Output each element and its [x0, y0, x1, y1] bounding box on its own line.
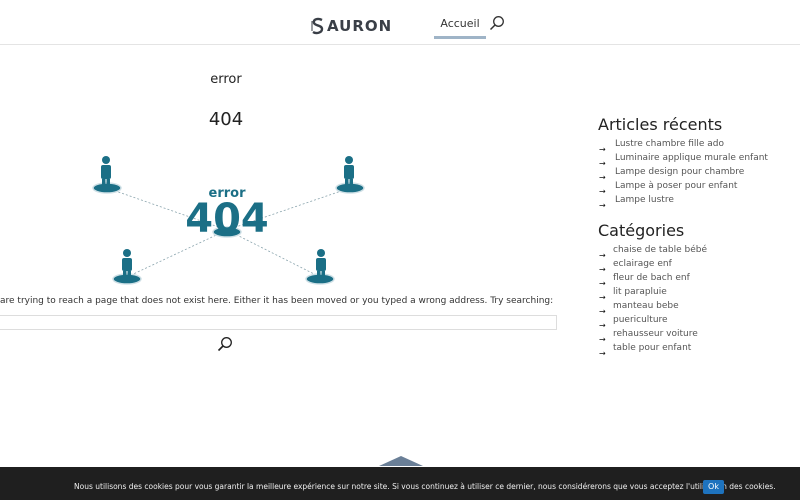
list-item: → manteau bebe [598, 299, 707, 316]
illustration-error-code: 404 [185, 196, 269, 242]
logo-text: AURON [327, 17, 393, 35]
category-link[interactable]: eclairage enf [613, 259, 672, 269]
list-item: → Lustre chambre fille ado [598, 137, 768, 154]
recent-articles-title: Articles récents [598, 115, 723, 134]
category-link[interactable]: manteau bebe [613, 301, 679, 311]
person-icon [92, 156, 122, 194]
list-item: → Lampe à poser pour enfant [598, 179, 768, 196]
category-link[interactable]: chaise de table bébé [613, 245, 707, 255]
error-heading: error [210, 72, 242, 87]
scroll-top-tab[interactable] [379, 456, 423, 466]
list-item: → rehausseur voiture [598, 327, 707, 344]
category-link[interactable]: fleur de bach enf [613, 273, 690, 283]
categories-title: Catégories [598, 221, 685, 240]
list-item: → Luminaire applique murale enfant [598, 151, 768, 168]
nav-item-accueil[interactable]: Accueil [434, 17, 486, 37]
list-item: → lit parapluie [598, 285, 707, 302]
search-icon[interactable] [489, 15, 505, 31]
person-icon [335, 156, 365, 194]
cookie-ok-button[interactable]: Ok [703, 480, 724, 494]
category-link[interactable]: lit parapluie [613, 287, 667, 297]
list-item: → chaise de table bébé [598, 243, 707, 260]
recent-article-link[interactable]: Lustre chambre fille ado [615, 139, 724, 149]
list-item: → puericulture [598, 313, 707, 330]
person-icon [305, 249, 335, 285]
arrow-right-icon: → [599, 349, 606, 358]
list-item: → Lampe design pour chambre [598, 165, 768, 182]
recent-article-link[interactable]: Lampe design pour chambre [615, 167, 744, 177]
list-item: → eclairage enf [598, 257, 707, 274]
recent-articles-list: → Lustre chambre fille ado → Luminaire app… [598, 137, 768, 210]
recent-article-link[interactable]: Lampe lustre [615, 195, 674, 205]
error-code: 404 [208, 109, 244, 130]
search-input[interactable] [0, 315, 557, 330]
category-link[interactable]: rehausseur voiture [613, 329, 698, 339]
person-icon [112, 249, 142, 285]
404-illustration: error 404 [92, 156, 365, 285]
logo-s-icon [311, 17, 324, 35]
site-logo[interactable]: AURON [311, 15, 392, 37]
category-link[interactable]: puericulture [613, 315, 668, 325]
site-header: AURON Accueil [0, 0, 800, 45]
list-item: → Lampe lustre [598, 193, 768, 210]
recent-article-link[interactable]: Luminaire applique murale enfant [615, 153, 768, 163]
arrow-right-icon: → [599, 201, 606, 210]
list-item: → table pour enfant [598, 341, 707, 358]
not-found-message: are trying to reach a page that does not… [0, 296, 554, 306]
category-link[interactable]: table pour enfant [613, 343, 691, 353]
search-icon[interactable] [217, 336, 233, 352]
nav-active-indicator [434, 36, 486, 39]
list-item: → fleur de bach enf [598, 271, 707, 288]
recent-article-link[interactable]: Lampe à poser pour enfant [615, 181, 737, 191]
categories-list: → chaise de table bébé → eclairage enf → fl… [598, 243, 707, 358]
cookie-message: Nous utilisons des cookies pour vous gar… [74, 482, 776, 491]
